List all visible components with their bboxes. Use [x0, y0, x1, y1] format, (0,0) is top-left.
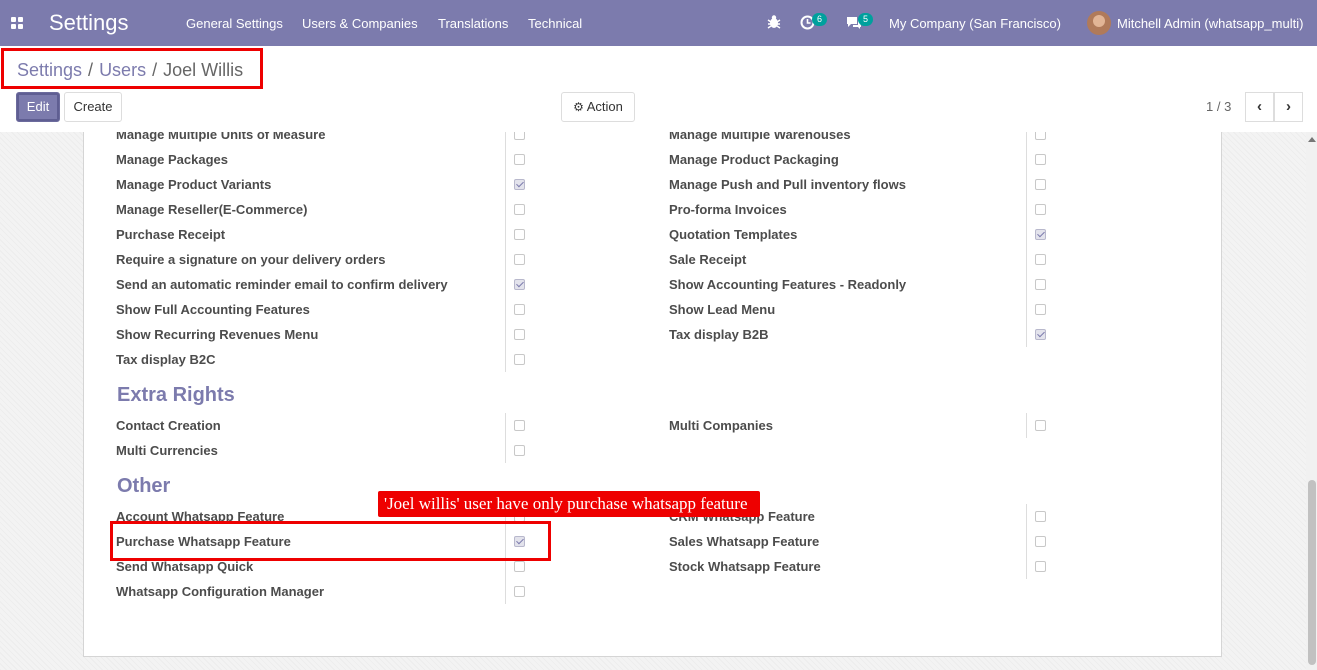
edit-button[interactable]: Edit — [16, 92, 60, 122]
right-label-pro-forma-invoices: Pro-forma Invoices — [669, 202, 787, 217]
pager-value[interactable]: 1 / 3 — [1206, 99, 1231, 114]
column-divider — [1026, 413, 1027, 438]
right-label-tax-display-b2b: Tax display B2B — [669, 327, 769, 342]
purchase-whatsapp-highlight-box — [110, 521, 551, 561]
right-label-send-whatsapp-quick: Send Whatsapp Quick — [116, 559, 254, 574]
right-label-manage-multiple-units-of-measure: Manage Multiple Units of Measure — [116, 132, 326, 142]
annotation-callout: 'Joel willis' user have only purchase wh… — [378, 491, 761, 517]
right-label-show-full-accounting-features: Show Full Accounting Features — [116, 302, 310, 317]
right-label-show-recurring-revenues-menu: Show Recurring Revenues Menu — [116, 327, 319, 342]
checkbox-send-an-automatic-reminder-email-to-confirm-delivery[interactable] — [514, 279, 525, 290]
right-label-send-an-automatic-reminder-email-to-confirm-delivery: Send an automatic reminder email to conf… — [116, 277, 448, 292]
checkbox-manage-reseller-e-commerce[interactable] — [514, 204, 525, 215]
activity-count-badge: 6 — [812, 13, 827, 26]
right-label-stock-whatsapp-feature: Stock Whatsapp Feature — [669, 559, 821, 574]
form-view-area: Manage Multiple Units of Measure Manage P… — [0, 132, 1317, 670]
column-divider — [505, 413, 506, 463]
checkbox-pro-forma-invoices[interactable] — [1035, 204, 1046, 215]
right-label-sales-whatsapp-feature: Sales Whatsapp Feature — [669, 534, 820, 549]
action-dropdown-button[interactable]: ⚙ Action — [561, 92, 635, 122]
checkbox-manage-multiple-units-of-measure[interactable] — [514, 132, 525, 140]
app-title[interactable]: Settings — [49, 10, 129, 36]
right-label-require-a-signature-on-your-delivery-orders: Require a signature on your delivery ord… — [116, 252, 386, 267]
checkbox-manage-push-and-pull-inventory-flows[interactable] — [1035, 179, 1046, 190]
right-label-purchase-receipt: Purchase Receipt — [116, 227, 226, 242]
right-label-show-accounting-features-readonly: Show Accounting Features - Readonly — [669, 277, 907, 292]
menu-general-settings[interactable]: General Settings — [186, 16, 283, 31]
right-label-multi-companies: Multi Companies — [669, 418, 774, 433]
right-label-manage-push-and-pull-inventory-flows: Manage Push and Pull inventory flows — [669, 177, 906, 192]
checkbox-show-lead-menu[interactable] — [1035, 304, 1046, 315]
right-label-quotation-templates: Quotation Templates — [669, 227, 798, 242]
checkbox-tax-display-b2b[interactable] — [1035, 329, 1046, 340]
pager-next-button[interactable]: › — [1274, 92, 1303, 122]
checkbox-manage-multiple-warehouses[interactable] — [1035, 132, 1046, 140]
action-label: Action — [586, 99, 623, 114]
section-title-extra-rights: Extra Rights — [117, 384, 235, 406]
checkbox-purchase-receipt[interactable] — [514, 229, 525, 240]
form-sheet: Manage Multiple Units of Measure Manage P… — [83, 132, 1222, 657]
checkbox-multi-currencies[interactable] — [514, 445, 525, 456]
gear-icon: ⚙ — [573, 100, 584, 114]
right-label-contact-creation: Contact Creation — [116, 418, 221, 433]
right-label-show-lead-menu: Show Lead Menu — [669, 302, 776, 317]
checkbox-manage-packages[interactable] — [514, 154, 525, 165]
checkbox-multi-companies[interactable] — [1035, 420, 1046, 431]
menu-translations[interactable]: Translations — [438, 16, 508, 31]
chevron-left-icon: ‹ — [1257, 98, 1262, 115]
apps-menu-icon[interactable] — [11, 17, 23, 29]
checkbox-sale-receipt[interactable] — [1035, 254, 1046, 265]
column-divider — [505, 132, 506, 372]
checkbox-tax-display-b2c[interactable] — [514, 354, 525, 365]
messages-count-badge: 5 — [858, 13, 873, 26]
menu-users-companies[interactable]: Users & Companies — [302, 16, 418, 31]
chevron-right-icon: › — [1286, 98, 1291, 115]
right-label-manage-reseller-e-commerce: Manage Reseller(E-Commerce) — [116, 202, 308, 217]
debug-bug-icon[interactable] — [767, 14, 781, 33]
right-label-whatsapp-configuration-manager: Whatsapp Configuration Manager — [116, 584, 324, 599]
column-divider — [1026, 504, 1027, 579]
company-switcher[interactable]: My Company (San Francisco) — [889, 16, 1061, 31]
checkbox-whatsapp-configuration-manager[interactable] — [514, 586, 525, 597]
user-menu[interactable]: Mitchell Admin (whatsapp_multi) — [1117, 16, 1303, 31]
checkbox-require-a-signature-on-your-delivery-orders[interactable] — [514, 254, 525, 265]
section-title-other: Other — [117, 475, 171, 497]
scroll-up-arrow-icon[interactable] — [1308, 137, 1316, 142]
checkbox-manage-product-variants[interactable] — [514, 179, 525, 190]
vertical-scrollbar[interactable] — [1306, 132, 1317, 670]
right-label-sale-receipt: Sale Receipt — [669, 252, 747, 267]
column-divider — [1026, 132, 1027, 347]
scrollbar-thumb[interactable] — [1308, 480, 1316, 665]
right-label-manage-packages: Manage Packages — [116, 152, 229, 167]
breadcrumb-highlight-box — [1, 48, 263, 89]
right-label-manage-multiple-warehouses: Manage Multiple Warehouses — [669, 132, 851, 142]
checkbox-crm-whatsapp-feature[interactable] — [1035, 511, 1046, 522]
checkbox-show-full-accounting-features[interactable] — [514, 304, 525, 315]
user-avatar[interactable] — [1087, 11, 1111, 35]
pager-previous-button[interactable]: ‹ — [1245, 92, 1274, 122]
checkbox-show-recurring-revenues-menu[interactable] — [514, 329, 525, 340]
checkbox-contact-creation[interactable] — [514, 420, 525, 431]
right-label-tax-display-b2c: Tax display B2C — [116, 352, 216, 367]
checkbox-show-accounting-features-readonly[interactable] — [1035, 279, 1046, 290]
right-label-manage-product-packaging: Manage Product Packaging — [669, 152, 839, 167]
checkbox-send-whatsapp-quick[interactable] — [514, 561, 525, 572]
checkbox-quotation-templates[interactable] — [1035, 229, 1046, 240]
right-label-manage-product-variants: Manage Product Variants — [116, 177, 272, 192]
checkbox-manage-product-packaging[interactable] — [1035, 154, 1046, 165]
right-label-multi-currencies: Multi Currencies — [116, 443, 218, 458]
checkbox-stock-whatsapp-feature[interactable] — [1035, 561, 1046, 572]
menu-technical[interactable]: Technical — [528, 16, 582, 31]
top-navbar: Settings General Settings Users & Compan… — [0, 0, 1317, 46]
checkbox-sales-whatsapp-feature[interactable] — [1035, 536, 1046, 547]
create-button[interactable]: Create — [64, 92, 122, 122]
control-panel: Settings / Users / Joel Willis Edit Create ⚙… — [0, 46, 1317, 133]
